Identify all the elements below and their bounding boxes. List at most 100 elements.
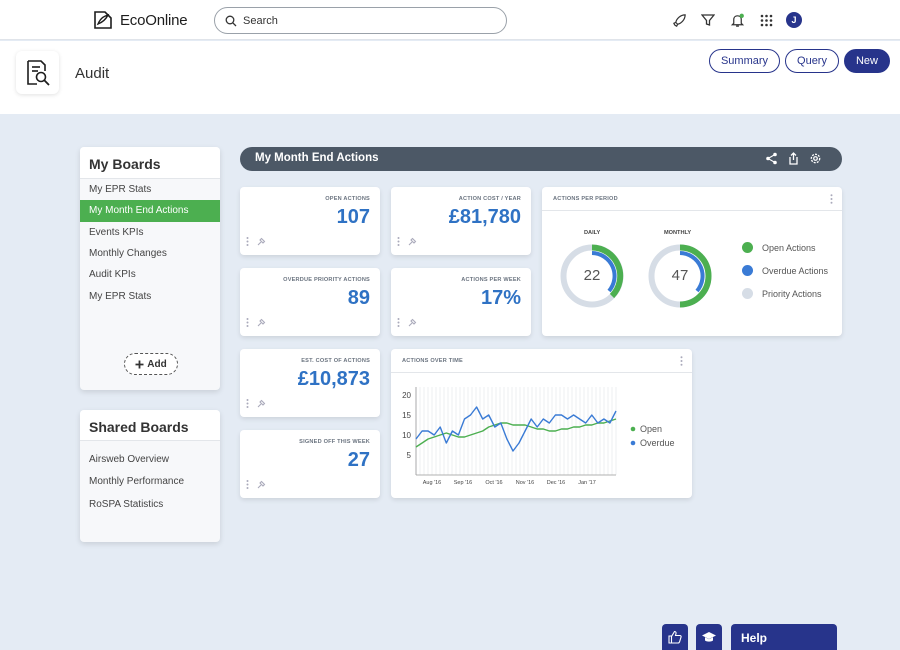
- brand-logo[interactable]: EcoOnline: [92, 10, 188, 30]
- legend-label-overdue: Overdue: [640, 438, 675, 448]
- kebab-menu-icon[interactable]: [246, 480, 249, 489]
- y-tick-label: 15: [402, 411, 411, 420]
- x-tick-label: Jan '17: [578, 480, 596, 486]
- board-item[interactable]: Audit KPIs: [80, 264, 220, 285]
- y-tick-label: 10: [402, 431, 411, 440]
- legend-overdue-actions: Overdue Actions: [742, 265, 828, 276]
- legend-label: Priority Actions: [762, 288, 822, 299]
- kebab-menu-icon[interactable]: [246, 237, 249, 246]
- settings-gear-icon[interactable]: [809, 152, 822, 165]
- search-input[interactable]: [243, 14, 483, 27]
- monthly-value: 47: [671, 267, 689, 284]
- kpi-tile-est-cost[interactable]: Est. Cost of Actions £10,873: [240, 349, 380, 417]
- shared-boards-list: Airsweb Overview Monthly Performance RoS…: [80, 441, 220, 516]
- shared-board-item[interactable]: RoSPA Statistics: [80, 493, 220, 516]
- kebab-menu-icon[interactable]: [246, 399, 249, 408]
- kpi-label: Actions Per Week: [461, 277, 521, 283]
- pin-icon[interactable]: [407, 318, 417, 328]
- query-button[interactable]: Query: [785, 49, 839, 73]
- apps-grid-icon[interactable]: [757, 11, 775, 29]
- kpi-value: 27: [347, 449, 370, 471]
- kebab-menu-icon[interactable]: [830, 194, 833, 204]
- kebab-menu-icon[interactable]: [397, 237, 400, 246]
- share-icon[interactable]: [765, 152, 778, 165]
- shared-boards-panel: Shared Boards Airsweb Overview Monthly P…: [80, 410, 220, 542]
- kpi-value: 17%: [480, 287, 521, 309]
- kpi-tile-action-cost[interactable]: Action Cost / Year £81,780: [391, 187, 531, 255]
- plus-icon: [135, 360, 144, 368]
- shared-boards-title: Shared Boards: [80, 410, 220, 441]
- legend-priority-actions: Priority Actions: [742, 288, 822, 299]
- audit-icon: [16, 51, 59, 94]
- shared-board-item[interactable]: Airsweb Overview: [80, 448, 220, 471]
- filter-icon[interactable]: [699, 11, 717, 29]
- legend-swatch: [742, 242, 753, 253]
- my-boards-list: My EPR Stats My Month End Actions Events…: [80, 179, 220, 307]
- legend-label: Overdue Actions: [762, 265, 829, 276]
- top-actions: J: [670, 11, 802, 29]
- pin-icon[interactable]: [256, 480, 266, 490]
- kpi-value: 107: [336, 206, 370, 228]
- board-item[interactable]: Events KPIs: [80, 222, 220, 243]
- y-tick-label: 20: [402, 391, 411, 400]
- summary-button[interactable]: Summary: [708, 49, 781, 73]
- thumbs-up-icon: [668, 630, 682, 644]
- graduation-cap-icon: [702, 632, 716, 642]
- help-button[interactable]: Help: [731, 624, 837, 650]
- pin-icon[interactable]: [256, 318, 266, 328]
- actions-per-period-card: Actions Per Period Daily Monthly 22 47 O…: [542, 187, 842, 336]
- shared-board-item[interactable]: Monthly Performance: [80, 471, 220, 494]
- board-item[interactable]: My EPR Stats: [80, 285, 220, 306]
- actions-over-time-chart: 5 10 15 20 Aug '16 Sep '16 Oct '16 Nov '16 Dec '…: [402, 387, 675, 486]
- kebab-menu-icon[interactable]: [680, 356, 683, 366]
- kpi-label: Signed Off This Week: [299, 439, 370, 445]
- legend-dot-overdue: [630, 440, 636, 446]
- ecoonline-logo-icon: [94, 11, 112, 29]
- actions-over-time-card: Actions Over Time 5 10 15 20 Aug '16 Sep '16 O…: [391, 349, 692, 498]
- feedback-button[interactable]: [662, 624, 688, 650]
- export-icon[interactable]: [787, 152, 800, 165]
- x-tick-label: Oct '16: [485, 480, 502, 486]
- kebab-menu-icon[interactable]: [246, 318, 249, 327]
- user-avatar[interactable]: J: [786, 12, 802, 28]
- legend-label-open: Open: [640, 424, 662, 434]
- new-button[interactable]: New: [843, 49, 890, 73]
- monthly-label: Monthly: [664, 230, 692, 236]
- x-tick-label: Aug '16: [423, 480, 441, 486]
- card-title: Actions Per Period: [553, 196, 618, 202]
- card-header: Actions Per Period: [542, 187, 842, 211]
- kpi-label: Est. Cost of Actions: [301, 358, 370, 364]
- kpi-tile-overdue-priority[interactable]: Overdue Priority Actions 89: [240, 268, 380, 336]
- pin-icon[interactable]: [407, 237, 417, 247]
- rocket-icon[interactable]: [670, 11, 688, 29]
- add-board-button[interactable]: Add: [124, 353, 178, 375]
- daily-label: Daily: [584, 230, 601, 236]
- add-board-label: Add: [147, 358, 167, 370]
- kpi-tile-open-actions[interactable]: Open Actions 107: [240, 187, 380, 255]
- pin-icon[interactable]: [256, 399, 266, 409]
- training-button[interactable]: [696, 624, 722, 650]
- legend-label: Open Actions: [762, 242, 816, 253]
- daily-value: 22: [583, 267, 601, 284]
- kpi-value: £10,873: [297, 368, 370, 390]
- pin-icon[interactable]: [256, 237, 266, 247]
- search-icon: [225, 15, 237, 26]
- chart-title: Actions Over Time: [402, 358, 463, 364]
- kpi-tile-actions-per-week[interactable]: Actions Per Week 17%: [391, 268, 531, 336]
- board-item[interactable]: Monthly Changes: [80, 243, 220, 264]
- x-tick-label: Nov '16: [516, 480, 534, 486]
- page-header: Audit Summary Query New: [0, 41, 900, 114]
- brand-name: EcoOnline: [120, 11, 188, 29]
- bell-icon[interactable]: [728, 11, 746, 29]
- board-item[interactable]: My EPR Stats: [80, 179, 220, 200]
- page-title: Audit: [75, 65, 110, 82]
- search-box[interactable]: [214, 7, 507, 34]
- kebab-menu-icon[interactable]: [397, 318, 400, 327]
- kpi-tile-signed-off[interactable]: Signed Off This Week 27: [240, 430, 380, 498]
- dashboard-title-bar: My Month End Actions: [240, 147, 842, 171]
- y-tick-label: 5: [407, 451, 412, 460]
- board-item-active[interactable]: My Month End Actions: [80, 200, 220, 222]
- legend-dot-open: [630, 426, 636, 432]
- x-tick-label: Sep '16: [454, 480, 472, 486]
- legend-swatch: [742, 265, 753, 276]
